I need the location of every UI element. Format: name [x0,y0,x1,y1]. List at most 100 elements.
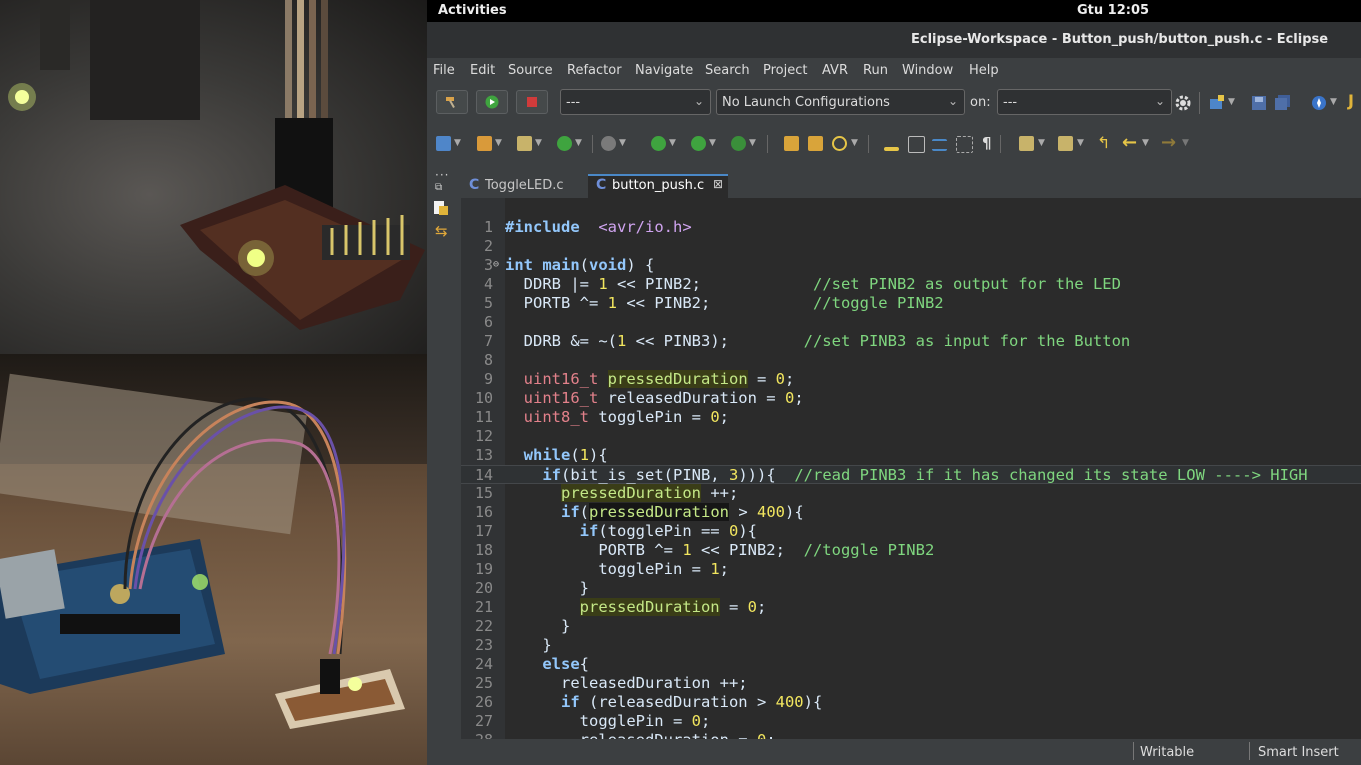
chevron-down-icon[interactable]: ▼ [495,138,502,148]
code-line[interactable]: 17 if(togglePin == 0){ [461,522,1361,541]
chevron-down-icon[interactable]: ▼ [669,138,676,148]
launch-mode-select[interactable]: --- ⌄ [560,89,711,115]
restore-icon[interactable]: ⧉ [435,182,442,193]
open-type-icon[interactable] [784,136,799,151]
menu-search[interactable]: Search [705,63,750,78]
word-wrap-icon[interactable] [932,139,947,151]
code-line[interactable]: 26 if (releasedDuration > 400){ [461,693,1361,712]
chevron-down-icon[interactable]: ▼ [709,138,716,148]
code-editor[interactable]: 1 #include <avr/io.h> 2 3 ⊖ int main(void) {4… [461,198,1361,739]
open-element-icon[interactable] [808,136,823,151]
code-line[interactable]: 5 PORTB ^= 1 << PINB2; //toggle PINB2 [461,294,1361,313]
new-project-icon[interactable] [436,136,451,151]
close-icon[interactable]: ⊠ [713,177,723,191]
code-line[interactable]: 25 releasedDuration ++; [461,674,1361,693]
code-line[interactable]: 27 togglePin = 0; [461,712,1361,731]
code-line[interactable]: 9 uint16_t pressedDuration = 0; [461,370,1361,389]
outline-swap-icon[interactable]: ⇆ [435,222,448,240]
line-number: 8 [483,351,493,369]
code-line[interactable]: 21 pressedDuration = 0; [461,598,1361,617]
chevron-down-icon[interactable]: ▼ [535,138,542,148]
code-line[interactable]: 4 DDRB |= 1 << PINB2; //set PINB2 as out… [461,275,1361,294]
tab-button-push[interactable]: C button_push.c ⊠ [588,174,728,198]
build-button[interactable] [436,90,468,114]
block-selection-icon[interactable] [956,136,973,153]
compass-icon[interactable] [1311,95,1327,111]
menu-window[interactable]: Window [902,63,953,78]
new-window-icon[interactable] [1209,95,1225,111]
show-whitespace-icon[interactable]: ¶ [982,134,992,152]
code-line[interactable]: 24 else{ [461,655,1361,674]
save-icon[interactable] [1251,95,1267,111]
chevron-down-icon[interactable]: ▼ [749,138,756,148]
code-line[interactable]: 10 uint16_t releasedDuration = 0; [461,389,1361,408]
menu-run[interactable]: Run [863,63,888,78]
search-icon[interactable] [832,136,847,151]
last-edit-location-icon[interactable]: ↰ [1097,133,1110,152]
clock[interactable]: Gtu 12:05 [1077,3,1149,18]
back-arrow-icon[interactable]: ← [1122,132,1137,153]
menu-refactor[interactable]: Refactor [567,63,622,78]
code-line[interactable]: 8 [461,351,1361,370]
forward-arrow-icon[interactable]: → [1161,132,1176,153]
chevron-down-icon[interactable]: ▼ [1077,138,1084,148]
gear-icon[interactable] [1174,94,1192,112]
highlight-icon[interactable] [884,147,899,151]
code-line[interactable]: 1 #include <avr/io.h> [461,218,1361,237]
menu-source[interactable]: Source [508,63,553,78]
chevron-down-icon[interactable]: ▼ [619,138,626,148]
menu-edit[interactable]: Edit [470,63,495,78]
menu-avr[interactable]: AVR [822,63,848,78]
code-line[interactable]: 12 [461,427,1361,446]
java-ee-icon[interactable]: J [1348,91,1354,110]
code-line[interactable]: 6 [461,313,1361,332]
run-icon[interactable] [651,136,666,151]
menu-project[interactable]: Project [763,63,807,78]
new-file-icon[interactable] [517,136,532,151]
chevron-down-icon[interactable]: ▼ [1142,138,1149,148]
code-line[interactable]: 16 if(pressedDuration > 400){ [461,503,1361,522]
code-line[interactable]: 13 while(1){ [461,446,1361,465]
code-line[interactable]: 20 } [461,579,1361,598]
chevron-down-icon[interactable]: ▼ [1182,138,1189,148]
chevron-down-icon[interactable]: ▼ [1228,97,1235,107]
chevron-down-icon[interactable]: ▼ [1038,138,1045,148]
project-explorer-icon[interactable] [433,200,449,216]
minimize-stack-icon[interactable]: ··· [435,168,449,182]
external-tools-icon[interactable] [731,136,746,151]
code-line[interactable]: 28 releasedDuration = 0; [461,731,1361,739]
activities-button[interactable]: Activities [438,3,507,18]
chevron-down-icon[interactable]: ▼ [1330,97,1337,107]
code-line[interactable]: 15 pressedDuration ++; [461,484,1361,503]
launch-button[interactable] [476,90,508,114]
code-line[interactable]: 14 if(bit_is_set(PINB, 3))){ //read PINB… [461,465,1361,484]
new-source-folder-icon[interactable] [477,136,492,151]
tab-toggleled[interactable]: C ToggleLED.c [461,174,585,198]
coverage-icon[interactable] [691,136,706,151]
code-line[interactable]: 23 } [461,636,1361,655]
code-line[interactable]: 3 ⊖ int main(void) { [461,256,1361,275]
toggle-mark-occurrences-icon[interactable] [908,136,925,153]
previous-annotation-icon[interactable] [1058,136,1073,151]
debug-icon[interactable] [601,136,616,151]
code-line[interactable]: 2 [461,237,1361,256]
stop-button[interactable] [516,90,548,114]
code-line[interactable]: 19 togglePin = 1; [461,560,1361,579]
chevron-down-icon[interactable]: ▼ [454,138,461,148]
code-line[interactable]: 22 } [461,617,1361,636]
launch-target-select[interactable]: --- ⌄ [997,89,1172,115]
chevron-down-icon[interactable]: ▼ [575,138,582,148]
menu-file[interactable]: File [433,63,455,78]
launch-config-select[interactable]: No Launch Configurations ⌄ [716,89,965,115]
code-line[interactable]: 7 DDRB &= ~(1 << PINB3); //set PINB3 as … [461,332,1361,351]
save-all-icon[interactable] [1275,95,1291,111]
menu-help[interactable]: Help [969,63,999,78]
new-class-icon[interactable] [557,136,572,151]
line-number: 2 [483,237,493,255]
menu-navigate[interactable]: Navigate [635,63,693,78]
code-line[interactable]: 18 PORTB ^= 1 << PINB2; //toggle PINB2 [461,541,1361,560]
next-annotation-icon[interactable] [1019,136,1034,151]
chevron-down-icon[interactable]: ▼ [851,138,858,148]
code-line[interactable]: 11 uint8_t togglePin = 0; [461,408,1361,427]
fold-toggle-icon[interactable]: ⊖ [493,259,499,270]
